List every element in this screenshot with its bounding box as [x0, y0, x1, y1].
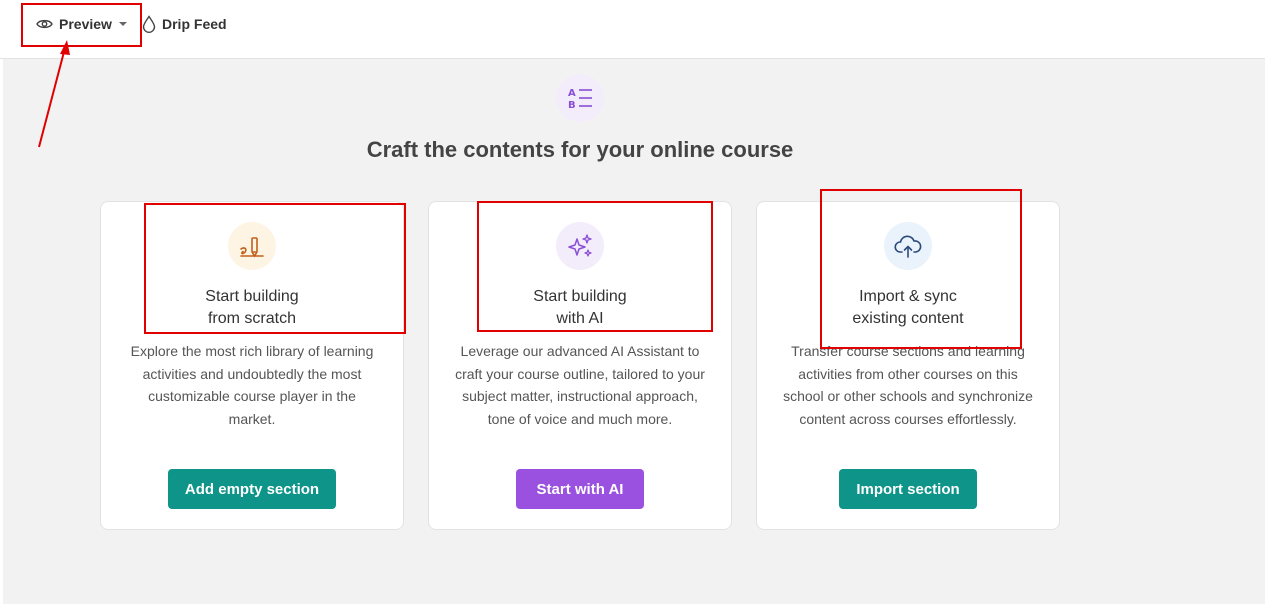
card-description: Transfer course sections and learning ac…	[783, 343, 1033, 427]
drip-feed-label: Drip Feed	[162, 16, 227, 32]
card-from-scratch: Start building from scratch Explore the …	[100, 201, 404, 530]
cloud-upload-icon	[884, 222, 932, 270]
add-empty-section-button[interactable]: Add empty section	[168, 469, 336, 509]
card-title: Start building with AI	[533, 288, 627, 327]
card-title: Import & sync existing content	[852, 288, 964, 327]
card-description: Explore the most rich library of learnin…	[130, 343, 374, 427]
card-description: Leverage our advanced AI Assistant to cr…	[455, 343, 705, 427]
drop-icon	[142, 15, 156, 33]
card-title: Start building from scratch	[205, 288, 299, 327]
drip-feed-button[interactable]: Drip Feed	[142, 14, 227, 34]
list-ab-icon: A B	[556, 74, 604, 122]
pen-scratch-icon	[228, 222, 276, 270]
preview-button[interactable]: Preview	[36, 14, 128, 34]
svg-text:A: A	[568, 88, 576, 99]
import-section-button[interactable]: Import section	[839, 469, 977, 509]
svg-text:B: B	[568, 100, 576, 110]
card-with-ai: Start building with AI Leverage our adva…	[428, 201, 732, 530]
preview-label: Preview	[59, 16, 112, 32]
eye-icon	[36, 18, 53, 30]
caret-down-icon	[118, 21, 128, 27]
page-title: Craft the contents for your online cours…	[366, 137, 794, 162]
card-import-sync: Import & sync existing content Transfer …	[756, 201, 1060, 530]
start-with-ai-button[interactable]: Start with AI	[516, 469, 644, 509]
top-toolbar: Preview Drip Feed	[0, 0, 1265, 59]
sparkles-icon	[556, 222, 604, 270]
